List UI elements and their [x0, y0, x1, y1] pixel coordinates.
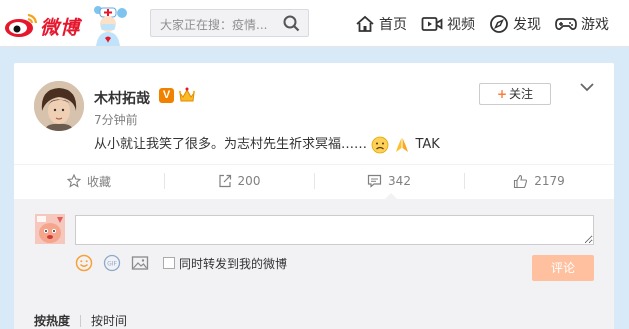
weibo-eye-icon [5, 13, 38, 37]
like-button[interactable]: 2179 [464, 165, 614, 197]
search-placeholder: 大家正在搜：疫情... [160, 18, 268, 32]
doctor-mascot-icon [94, 6, 127, 46]
compass-icon [490, 14, 508, 33]
comment-input[interactable] [75, 215, 594, 245]
repost-to-my-weibo-checkbox[interactable]: 同时转发到我的微博 [163, 255, 287, 272]
nav-discover[interactable]: 发现 [489, 14, 541, 34]
sort-divider [80, 314, 82, 327]
comment-count: 342 [388, 174, 411, 188]
post-content: 从小就让我笑了很多。为志村先生祈求冥福…… TAK [94, 133, 440, 154]
home-icon [356, 15, 374, 32]
weibo-logo[interactable]: 微博 [4, 6, 129, 46]
sad-face-emoji [371, 136, 389, 153]
comment-sort-options: 按热度 按时间 [34, 312, 127, 329]
nav-discover-label: 发现 [513, 16, 541, 33]
sort-by-time[interactable]: 按时间 [91, 312, 127, 329]
repost-checkbox-label: 同时转发到我的微博 [179, 256, 288, 271]
search-box[interactable]: 大家正在搜：疫情... [150, 9, 309, 37]
plus-icon: + [496, 87, 508, 101]
pray-hands-emoji [396, 137, 409, 152]
post-text: 从小就让我笑了很多。为志村先生祈求冥福…… [94, 137, 368, 152]
current-user-avatar[interactable] [35, 214, 65, 244]
checkbox-box[interactable] [163, 257, 175, 269]
thumbs-up-icon [514, 174, 528, 188]
main-nav: 首页 视频 发现 游戏 [355, 0, 623, 47]
top-navigation-bar: 微博 大家正在搜：疫情... 首页 视频 发现 游戏 [0, 0, 629, 47]
current-user-avatar-image [35, 214, 65, 244]
logo-text: 微博 [40, 17, 81, 39]
post-signature: TAK [415, 137, 440, 152]
author-avatar[interactable] [34, 81, 84, 131]
comment-icon [367, 174, 382, 188]
author-name[interactable]: 木村拓哉 [94, 88, 150, 108]
follow-button[interactable]: + 关注 [479, 83, 551, 105]
repost-icon [218, 174, 231, 188]
like-count: 2179 [534, 174, 565, 188]
search-icon[interactable] [283, 15, 300, 32]
svg-text:GIF: GIF [107, 261, 117, 268]
gif-icon[interactable]: GIF [103, 254, 121, 272]
star-icon [66, 174, 81, 188]
nav-video[interactable]: 视频 [421, 14, 475, 34]
post-time[interactable]: 7分钟前 [94, 111, 138, 128]
repost-button[interactable]: 200 [164, 165, 314, 197]
sort-by-hot[interactable]: 按热度 [34, 312, 70, 329]
nav-video-label: 视频 [447, 16, 475, 33]
nav-games-label: 游戏 [581, 16, 609, 33]
comment-panel: GIF 同时转发到我的微博 评论 按热度 按时间 [14, 199, 614, 329]
chevron-down-icon[interactable] [579, 81, 595, 93]
verified-badge: V [159, 88, 174, 103]
nav-games[interactable]: 游戏 [555, 14, 609, 34]
nav-home[interactable]: 首页 [355, 14, 407, 34]
video-icon [421, 16, 443, 31]
comment-tools: GIF 同时转发到我的微博 [75, 254, 287, 272]
post-action-bar: 收藏 200 342 2179 [14, 164, 614, 196]
follow-label: 关注 [509, 87, 534, 101]
image-upload-icon[interactable] [131, 254, 149, 272]
vip-crown-icon [178, 87, 196, 102]
gamepad-icon [555, 17, 577, 30]
emoji-icon[interactable] [75, 254, 93, 272]
favorite-button[interactable]: 收藏 [14, 165, 164, 197]
author-avatar-image [34, 81, 84, 131]
favorite-label: 收藏 [86, 174, 111, 189]
submit-comment-button[interactable]: 评论 [532, 255, 594, 281]
nav-home-label: 首页 [379, 16, 407, 33]
repost-count: 200 [237, 174, 261, 188]
